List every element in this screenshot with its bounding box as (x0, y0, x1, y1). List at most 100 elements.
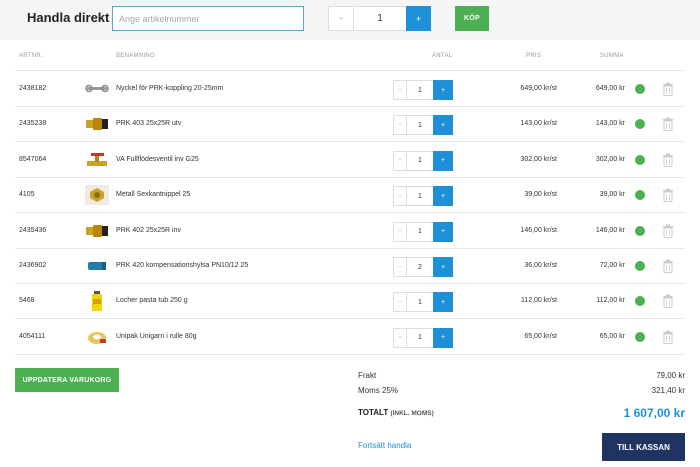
product-thumbnail-icon[interactable] (85, 256, 109, 276)
in-stock-indicator-icon (635, 331, 645, 342)
column-artnr: ARTNR. (19, 53, 44, 59)
column-price: PRIS (526, 53, 542, 59)
in-stock-indicator-icon (635, 261, 645, 271)
product-thumbnail-icon[interactable] (85, 221, 109, 241)
row-increase-button[interactable]: + (433, 221, 453, 242)
cart-row: 2438182 Nyckel för PRK-koppling 20-25mm -1… (15, 72, 685, 107)
in-stock-indicator-icon (635, 119, 645, 130)
row-increase-button[interactable]: + (433, 80, 453, 100)
column-qty: ANTAL (432, 53, 453, 59)
buy-button[interactable]: KÖP (455, 6, 489, 31)
vat-label: Moms 25% (358, 386, 399, 395)
product-name-link[interactable]: PRK 402 25x25R inv (116, 227, 181, 234)
row-sum: 65,00 kr (599, 332, 625, 340)
quick-order-bar: Handla direkt - 1 + KÖP (0, 0, 700, 40)
unit-price: 65,00 kr/st (524, 332, 557, 340)
product-thumbnail-icon[interactable] (85, 114, 109, 134)
row-increase-button[interactable]: + (433, 257, 453, 277)
row-increase-button[interactable]: + (433, 150, 453, 171)
article-number: 2435436 (19, 226, 47, 234)
product-name-link[interactable]: Unipak Unigarn i rulle 80g (116, 333, 197, 340)
quick-order-increase-button[interactable]: + (406, 6, 431, 31)
update-cart-button[interactable]: UPPDATERA VARUKORG (15, 368, 119, 392)
cart-row: 2436902 PRK 420 kompensationshylsa PN10/1… (15, 249, 685, 284)
row-quantity-field[interactable]: 1 (407, 292, 433, 313)
row-quantity-field[interactable]: 1 (407, 115, 433, 136)
row-sum: 146,00 kr (595, 226, 625, 234)
product-name-link[interactable]: Locher pasta tub 250 g (116, 297, 188, 304)
unit-price: 302,00 kr/st (520, 155, 557, 163)
quick-order-decrease-button[interactable]: - (328, 6, 354, 31)
row-decrease-button[interactable]: - (393, 150, 407, 171)
product-name-link[interactable]: PRK 420 kompensationshylsa PN10/12 25 (116, 262, 248, 269)
unit-price: 112,00 kr/st (520, 297, 557, 305)
product-thumbnail-icon[interactable] (85, 79, 109, 99)
trash-icon[interactable] (662, 188, 674, 203)
product-name-link[interactable]: VA Fullflödesventil inv G25 (116, 156, 199, 163)
product-thumbnail-icon[interactable] (85, 291, 109, 312)
article-number: 5468 (19, 297, 35, 305)
cart-row: 2435238 PRK 403 25x25R utv -1 +143,00 kr/st… (15, 107, 685, 143)
row-sum: 39,00 kr (599, 191, 625, 199)
trash-icon[interactable] (662, 82, 674, 96)
product-name-link[interactable]: PRK 403 25x25R utv (116, 120, 181, 127)
unit-price: 649,00 kr/st (520, 85, 557, 92)
row-decrease-button[interactable]: - (393, 80, 407, 100)
cart-row: 4105 Metall Sexkantnippel 25 -1 +39,00 kr/s… (15, 178, 685, 214)
row-decrease-button[interactable]: - (393, 221, 407, 242)
row-quantity-field[interactable]: 1 (407, 80, 433, 100)
cart-row: 4054111 Unipak Unigarn i rulle 80g -1 +65,0… (15, 320, 685, 355)
trash-icon[interactable] (662, 224, 674, 238)
row-quantity-field[interactable]: 1 (407, 327, 433, 348)
row-quantity-field[interactable]: 1 (407, 150, 433, 171)
product-thumbnail-icon[interactable] (85, 185, 109, 206)
row-quantity-field[interactable]: 1 (407, 186, 433, 207)
unit-price: 36,00 kr/st (524, 262, 557, 269)
article-number: 4054111 (19, 332, 46, 340)
cart-table-header: ARTNR. BENÄMNING ANTAL PRIS SUMMA (15, 41, 685, 71)
row-decrease-button[interactable]: - (393, 257, 407, 277)
row-quantity-field[interactable]: 2 (407, 257, 433, 277)
row-quantity-field[interactable]: 1 (407, 221, 433, 242)
in-stock-indicator-icon (635, 84, 645, 94)
in-stock-indicator-icon (635, 225, 645, 236)
article-number: 4105 (19, 191, 35, 199)
article-number-input[interactable] (112, 6, 304, 31)
shipping-value: 79,00 kr (656, 371, 685, 380)
unit-price: 143,00 kr/st (520, 120, 557, 128)
row-increase-button[interactable]: + (433, 186, 453, 207)
checkout-button[interactable]: TILL KASSAN (602, 433, 685, 461)
in-stock-indicator-icon (635, 154, 645, 165)
cart-row: 5468 Locher pasta tub 250 g -1 +112,00 kr/s… (15, 284, 685, 320)
article-number: 8547064 (19, 155, 47, 163)
row-increase-button[interactable]: + (433, 115, 453, 136)
cart-row: 8547064 VA Fullflödesventil inv G25 -1 +302… (15, 143, 685, 178)
row-increase-button[interactable]: + (433, 327, 453, 348)
trash-icon[interactable] (662, 330, 674, 344)
row-sum: 72,00 kr (599, 262, 625, 269)
row-decrease-button[interactable]: - (393, 292, 407, 313)
column-name: BENÄMNING (116, 53, 156, 59)
product-thumbnail-icon[interactable] (85, 150, 109, 170)
article-number: 2438182 (19, 85, 47, 92)
shipping-label: Frakt (358, 371, 377, 380)
unit-price: 39,00 kr/st (524, 191, 557, 199)
row-decrease-button[interactable]: - (393, 186, 407, 207)
product-name-link[interactable]: Nyckel för PRK-koppling 20-25mm (116, 85, 223, 92)
article-number: 2436902 (19, 262, 47, 269)
quick-order-title: Handla direkt (27, 10, 110, 25)
trash-icon[interactable] (662, 259, 674, 273)
trash-icon[interactable] (662, 117, 674, 132)
trash-icon[interactable] (662, 153, 674, 167)
column-sum: SUMMA (600, 53, 624, 59)
trash-icon[interactable] (662, 294, 674, 309)
quick-order-quantity-field[interactable]: 1 (354, 6, 406, 31)
product-name-link[interactable]: Metall Sexkantnippel 25 (116, 191, 190, 198)
row-decrease-button[interactable]: - (393, 115, 407, 136)
continue-shopping-link[interactable]: Fortsätt handla (358, 441, 411, 450)
total-vat-note: (INKL. MOMS) (390, 410, 434, 417)
row-increase-button[interactable]: + (433, 292, 453, 313)
in-stock-indicator-icon (635, 296, 645, 307)
product-thumbnail-icon[interactable] (85, 327, 109, 347)
row-decrease-button[interactable]: - (393, 327, 407, 348)
